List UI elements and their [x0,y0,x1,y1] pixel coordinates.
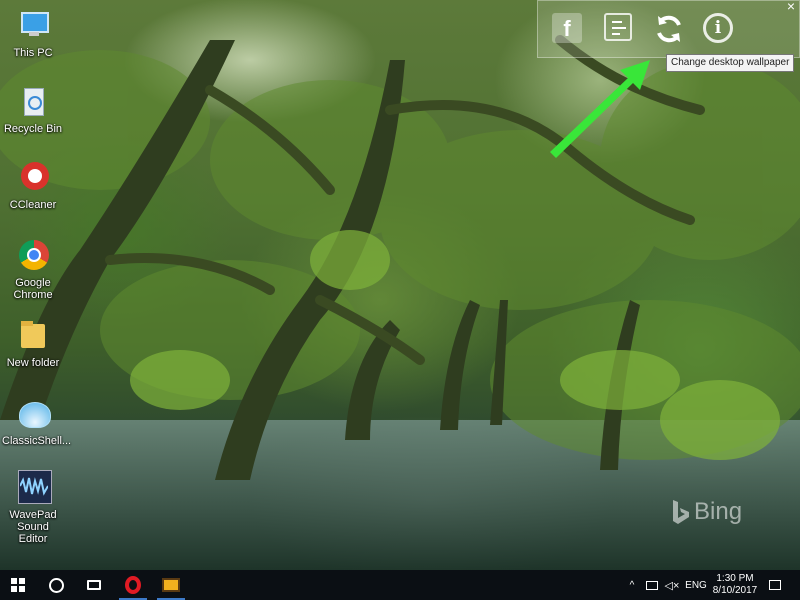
icon-label: WavePad Sound Editor [9,509,57,545]
refresh-icon [657,15,681,43]
bing-watermark: Bing [672,498,742,526]
close-icon[interactable]: × [787,0,795,14]
facebook-button[interactable]: f [552,13,584,45]
volume-muted-icon: ◁× [664,579,680,592]
icon-label: Google Chrome [13,277,53,301]
facebook-icon: f [552,13,582,43]
recycle-bin-icon [15,84,51,120]
task-view-icon [87,580,101,590]
info-button[interactable]: i [703,13,735,45]
network-icon [646,580,658,590]
icon-label: New folder [6,357,60,369]
opera-icon [125,576,141,594]
cortana-icon [48,577,64,593]
desktop-icon-wavepad[interactable]: WavePad Sound Editor [2,470,64,545]
desktop-icon-this-pc[interactable]: This PC [2,8,64,59]
clock[interactable]: 1:30 PM 8/10/2017 [710,570,760,600]
desktop-icon-ccleaner[interactable]: CCleaner [2,160,64,211]
windows-icon [11,578,25,592]
desktop-icon-recycle-bin[interactable]: Recycle Bin [2,84,64,135]
change-wallpaper-button[interactable] [653,13,685,45]
volume-button[interactable]: ◁× [662,570,682,600]
taskbar-app-photos[interactable] [154,570,188,600]
folder-icon [15,318,51,354]
icon-label: Recycle Bin [3,123,63,135]
taskbar: ^ ◁× ENG 1:30 PM 8/10/2017 [0,570,800,600]
wallpaper-toolbar: f i × [537,0,800,58]
bing-logo-icon [673,500,689,524]
ccleaner-icon [15,160,51,196]
clock-date: 8/10/2017 [712,585,758,596]
desktop-icon-new-folder[interactable]: New folder [2,318,64,369]
wavepad-icon [15,470,52,506]
network-button[interactable] [642,570,662,600]
classicshell-icon [15,396,51,432]
icon-label: This PC [13,47,53,59]
this-pc-icon [15,8,51,44]
desktop-icon-chrome[interactable]: Google Chrome [2,238,64,301]
tooltip: Change desktop wallpaper [666,54,795,72]
wallpaper-forest [0,35,800,570]
language-indicator[interactable]: ENG [684,570,708,600]
wallpaper-info-icon [604,13,632,41]
photos-app-icon [162,578,180,592]
chrome-icon [15,238,51,274]
search-button[interactable] [38,570,74,600]
notification-icon [769,580,781,590]
chevron-up-icon: ^ [629,579,635,591]
icon-label: CCleaner [9,199,57,211]
desktop[interactable]: This PC Recycle Bin CCleaner Google Chro… [0,0,800,570]
taskbar-app-opera[interactable] [116,570,150,600]
clock-time: 1:30 PM [716,573,754,584]
task-view-button[interactable] [76,570,112,600]
action-center-button[interactable] [764,570,786,600]
info-icon: i [703,13,733,43]
icon-label: ClassicShell... [2,435,72,447]
desktop-icon-classicshell[interactable]: ClassicShell... [2,396,72,447]
wallpaper-info-button[interactable] [604,13,636,45]
show-hidden-icons-button[interactable]: ^ [624,570,640,600]
start-button[interactable] [0,570,36,600]
